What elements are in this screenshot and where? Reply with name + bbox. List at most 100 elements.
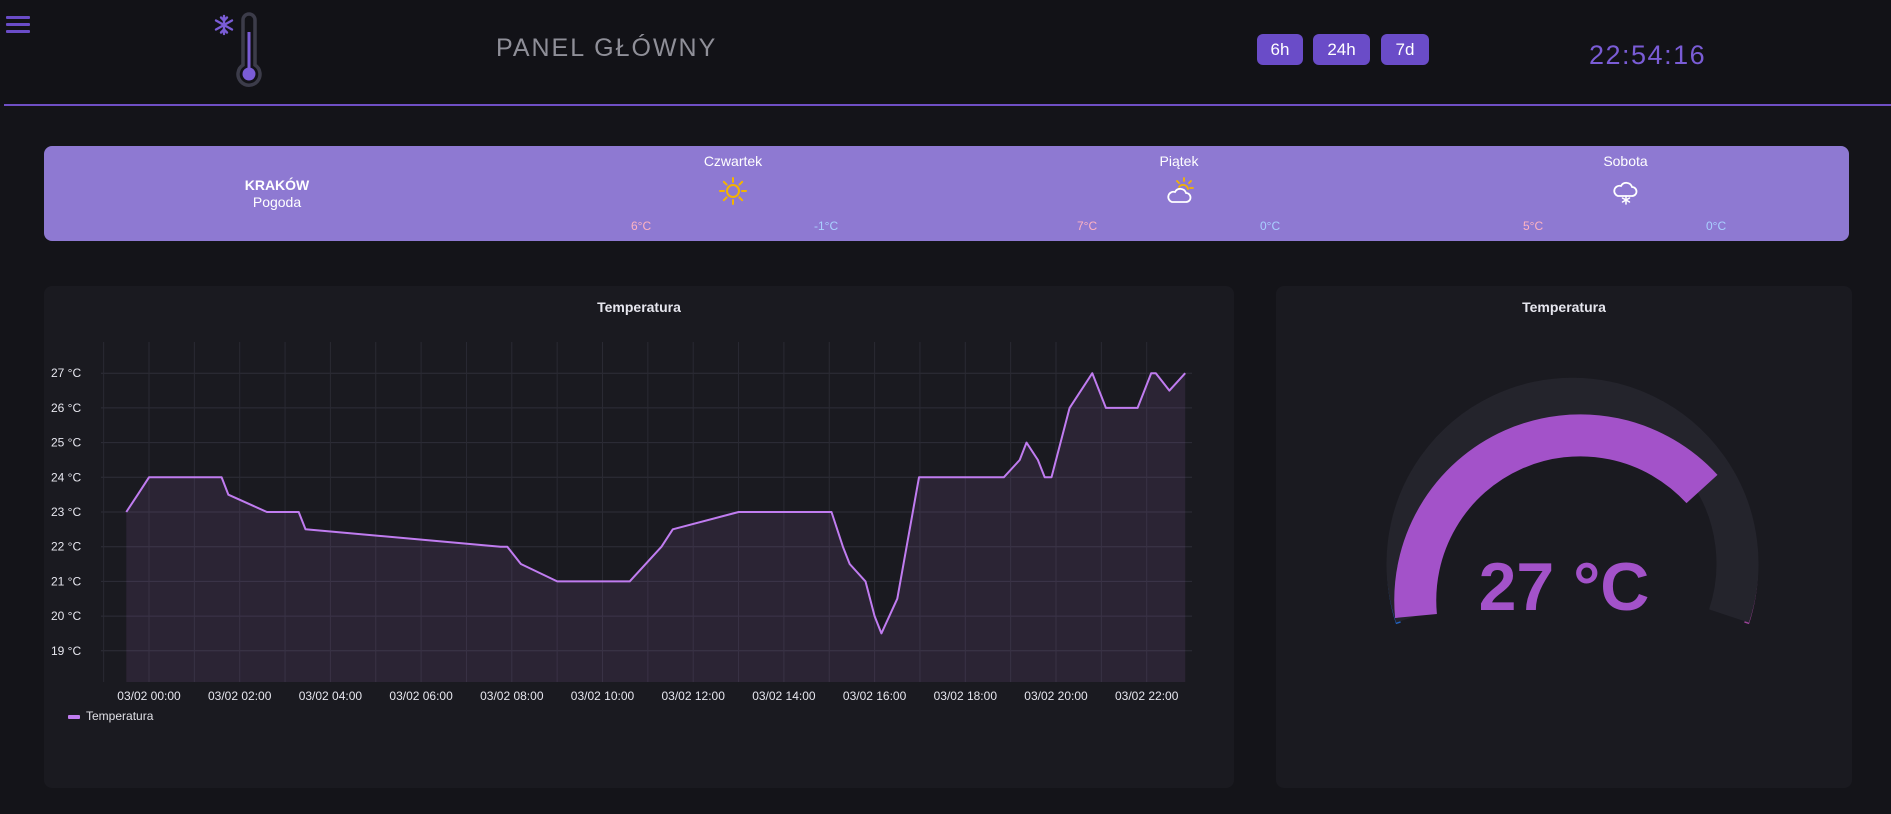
chart-legend[interactable]: Temperatura (68, 709, 153, 723)
y-tick-label: 22 °C (51, 540, 81, 554)
partly-cloudy-icon (1167, 177, 1194, 203)
x-tick-label: 03/02 00:00 (117, 689, 181, 703)
data-point (499, 546, 501, 548)
data-point (896, 598, 898, 600)
range-7d-button[interactable]: 7d (1381, 34, 1429, 65)
data-point (874, 615, 876, 617)
thermometer-snowflake-icon (214, 12, 262, 87)
data-point (842, 546, 844, 548)
x-tick-label: 03/02 16:00 (843, 689, 907, 703)
y-tick-label: 27 °C (51, 366, 81, 380)
weather-strip: KRAKÓW Pogoda Czwartek 6°C -1°C Piątek 7… (44, 146, 1849, 241)
data-point (738, 511, 740, 513)
temperature-chart-card: Temperatura 19 °C 20 °C 21 °C 22 °C 23 °C 24 … (44, 286, 1234, 788)
header-divider (4, 104, 1891, 106)
data-point (298, 511, 300, 513)
weather-subtitle: Pogoda (252, 194, 302, 210)
day-name: Piątek (1159, 153, 1199, 169)
temp-min: 0°C (1260, 219, 1281, 233)
data-point (574, 580, 576, 582)
temp-max: 6°C (631, 219, 652, 233)
data-point (1137, 407, 1139, 409)
data-point (556, 580, 558, 582)
x-tick-label: 03/02 20:00 (1024, 689, 1088, 703)
weather-location: KRAKÓW Pogoda (44, 146, 510, 241)
data-point (1050, 476, 1052, 478)
temp-min: -1°C (814, 219, 839, 233)
data-point (227, 494, 229, 496)
range-6h-button[interactable]: 6h (1257, 34, 1303, 65)
legend-swatch (68, 714, 80, 719)
x-tick-label: 03/02 12:00 (661, 689, 725, 703)
x-tick-label: 03/02 06:00 (389, 689, 453, 703)
data-point (629, 580, 631, 582)
x-tick-label: 03/02 14:00 (752, 689, 816, 703)
forecast-day-2: Piątek 7°C 0°C (956, 146, 1402, 241)
data-point (1026, 442, 1028, 444)
data-point (660, 546, 662, 548)
y-tick-label: 19 °C (51, 644, 81, 658)
data-point (1091, 372, 1093, 374)
forecast-day-3: Sobota 5°C 0°C (1402, 146, 1849, 241)
data-point (923, 476, 925, 478)
temp-max: 5°C (1523, 219, 1544, 233)
temperature-gauge-card: Temperatura 27 °C (1276, 286, 1852, 788)
menu-icon[interactable] (6, 12, 30, 38)
x-tick-label: 03/02 18:00 (934, 689, 998, 703)
data-point (1019, 459, 1021, 461)
gauge-value: 27 °C (1478, 549, 1650, 625)
data-point (865, 580, 867, 582)
data-point (125, 511, 127, 513)
data-point (520, 563, 522, 565)
data-point (583, 580, 585, 582)
y-tick-label: 26 °C (51, 401, 81, 415)
data-point (1184, 372, 1186, 374)
temperature-gauge (1386, 377, 1759, 625)
data-point (849, 563, 851, 565)
data-point (1105, 407, 1107, 409)
y-tick-label: 24 °C (51, 470, 81, 484)
data-point (304, 528, 306, 530)
x-tick-label: 03/02 04:00 (299, 689, 363, 703)
data-point (266, 511, 268, 513)
clock: 22:54:16 (1589, 40, 1707, 70)
data-point (187, 476, 189, 478)
day-name: Czwartek (703, 153, 763, 169)
x-tick-label: 03/02 22:00 (1115, 689, 1179, 703)
data-point (1069, 407, 1071, 409)
data-point (1155, 372, 1157, 374)
data-point (880, 632, 882, 634)
y-tick-label: 23 °C (51, 505, 81, 519)
range-24h-button[interactable]: 24h (1313, 34, 1370, 65)
data-point (193, 476, 195, 478)
data-point (831, 511, 833, 513)
y-tick-label: 21 °C (51, 574, 81, 588)
x-tick-label: 03/02 10:00 (571, 689, 635, 703)
page-title: PANEL GŁÓWNY (496, 34, 718, 62)
y-tick-label: 20 °C (51, 609, 81, 623)
data-point (1168, 390, 1170, 392)
day-name: Sobota (1603, 153, 1648, 169)
forecast-day-1: Czwartek 6°C -1°C (510, 146, 956, 241)
legend-label: Temperatura (86, 709, 154, 723)
data-point (1150, 372, 1152, 374)
x-tick-label: 03/02 08:00 (480, 689, 544, 703)
y-tick-label: 25 °C (51, 436, 81, 450)
data-point (221, 476, 223, 478)
data-point (1003, 476, 1005, 478)
data-point (1037, 459, 1039, 461)
data-point (148, 476, 150, 478)
temp-max: 7°C (1077, 219, 1098, 233)
top-bar: PANEL GŁÓWNY 6h 24h 7d 22:54:16 (0, 0, 1891, 105)
cloud-snow-icon (1613, 181, 1638, 205)
temperature-chart: 19 °C 20 °C 21 °C 22 °C 23 °C 24 °C 25 °C 26 °C… (51, 342, 1192, 703)
temp-min: 0°C (1706, 219, 1727, 233)
sun-icon (719, 177, 747, 205)
data-point (918, 476, 920, 478)
data-point (672, 528, 674, 530)
x-tick-label: 03/02 02:00 (208, 689, 272, 703)
data-point (137, 494, 139, 496)
data-point (506, 546, 508, 548)
data-point (1044, 476, 1046, 478)
city-name: KRAKÓW (244, 177, 310, 193)
